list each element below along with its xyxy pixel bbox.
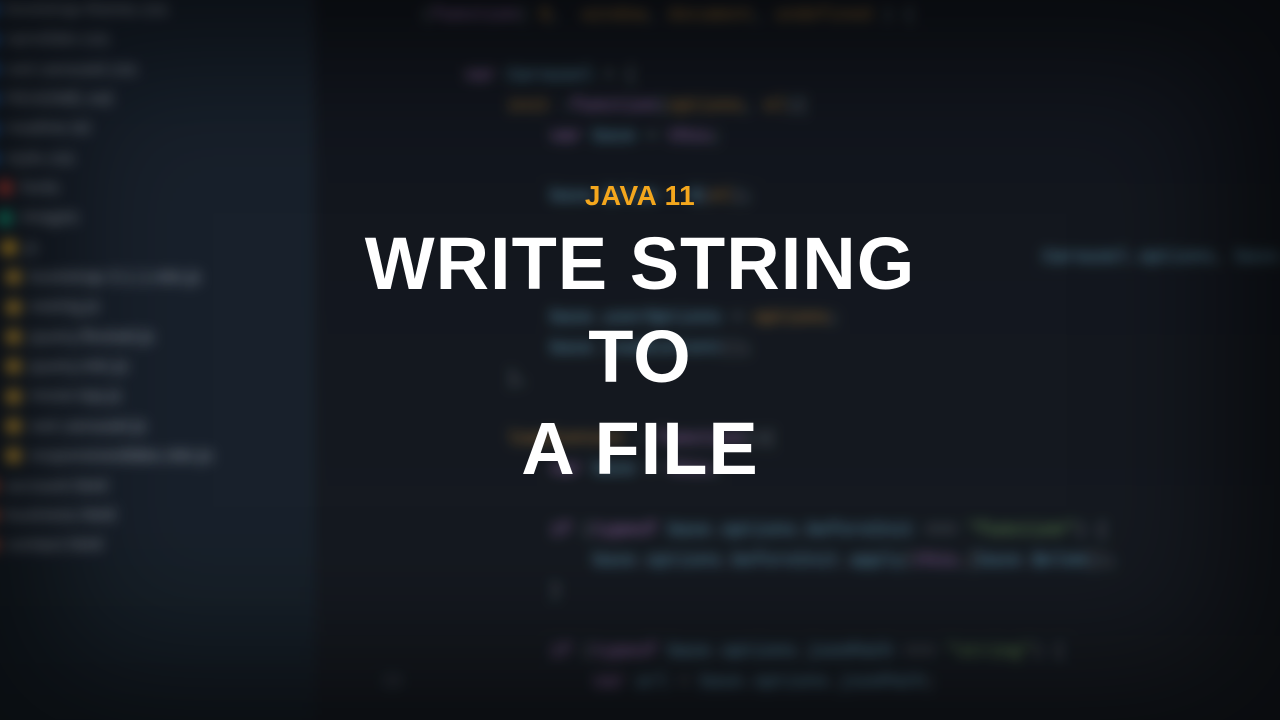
tree-item: style.css xyxy=(0,143,303,173)
file-label: owl.carousel.css xyxy=(6,55,137,83)
file-label: npnslider.css xyxy=(6,25,109,53)
tree-item: contact.html xyxy=(0,530,303,560)
code-line: (function( $, window, document, undefine… xyxy=(371,1,1280,31)
tree-item: readme.txt xyxy=(0,114,303,144)
file-label: style.css xyxy=(6,144,74,172)
tree-item: npnslider.css xyxy=(0,24,303,54)
file-label: README.md xyxy=(6,85,112,113)
code-line: 38 var url = base.options.jsonPath; xyxy=(371,668,1280,698)
tree-item: README.md xyxy=(0,84,303,114)
line-number: 38 xyxy=(371,668,403,698)
code-line xyxy=(371,31,1280,61)
overlay-titles: JAVA 11 WRITE STRING TO A FILE xyxy=(0,180,1280,496)
file-label: business.html xyxy=(6,502,115,530)
code-line xyxy=(371,699,1280,720)
stage: bootstrap-theme.cssnpnslider.cssowl.caro… xyxy=(0,0,1280,720)
code-line: } xyxy=(371,577,1280,607)
code-line xyxy=(371,608,1280,638)
code-line: if (typeof base.options.jsonPath === "st… xyxy=(371,638,1280,668)
code-line xyxy=(371,153,1280,183)
kicker-text: JAVA 11 xyxy=(585,180,695,212)
code-line: if (typeof base.options.beforeInit === "… xyxy=(371,517,1280,547)
title-line-1: WRITE STRING xyxy=(365,218,916,311)
tree-item: owl.carousel.css xyxy=(0,54,303,84)
code-line: base.options.beforeInit.apply(this,[base… xyxy=(371,547,1280,577)
tree-item: bootstrap-theme.css xyxy=(0,0,303,24)
code-line: var base = this; xyxy=(371,122,1280,152)
file-label: contact.html xyxy=(6,531,102,559)
file-label: bootstrap-theme.css xyxy=(6,0,168,23)
title-line-3: A FILE xyxy=(365,403,916,496)
tree-item: business.html xyxy=(0,501,303,531)
title-line-2: TO xyxy=(365,311,916,404)
code-line: var Carousel = { xyxy=(371,62,1280,92)
code-line: init :function(options, el){ xyxy=(371,92,1280,122)
file-label: readme.txt xyxy=(6,115,90,143)
